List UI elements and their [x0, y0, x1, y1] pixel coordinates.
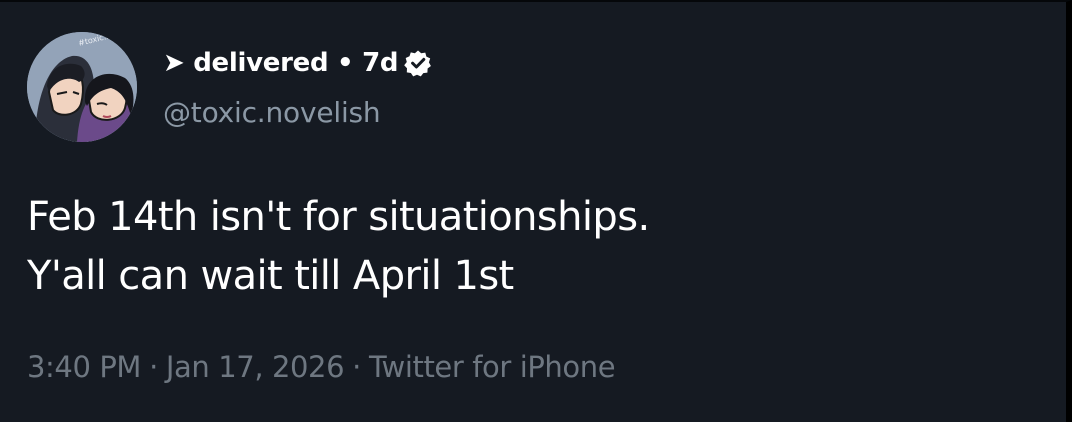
meta-separator: ·	[352, 350, 361, 384]
user-handle[interactable]: @toxic.novelish	[163, 96, 381, 129]
avatar[interactable]: #toxic.novelish	[27, 32, 137, 142]
display-name[interactable]: ➤ delivered • 7d	[163, 48, 398, 78]
tweet-text-line: Feb 14th isn't for situationships.	[27, 194, 650, 240]
verified-badge-icon	[404, 49, 432, 77]
tweet-text-line: Y'all can wait till April 1st	[27, 253, 514, 299]
tweet-date[interactable]: Jan 17, 2026	[166, 350, 345, 384]
avatar-illustration: #toxic.novelish	[27, 32, 137, 142]
meta-separator: ·	[149, 350, 158, 384]
tweet-meta: 3:40 PM · Jan 17, 2026 · Twitter for iPhone	[27, 350, 616, 384]
tweet-time[interactable]: 3:40 PM	[27, 350, 141, 384]
tweet-card: #toxic.novelish ➤ delivered • 7d @toxic.…	[0, 0, 1072, 422]
tweet-header: ➤ delivered • 7d	[163, 40, 432, 86]
tweet-body: Feb 14th isn't for situationships. Y'all…	[27, 188, 650, 306]
tweet-source[interactable]: Twitter for iPhone	[369, 350, 616, 384]
